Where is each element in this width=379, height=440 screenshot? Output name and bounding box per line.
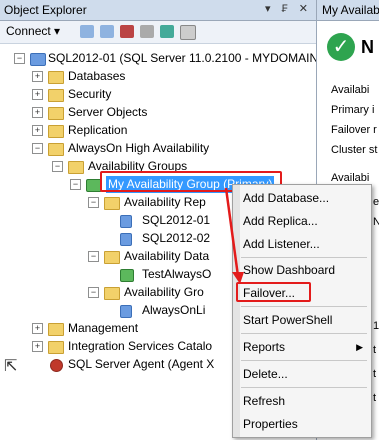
annotation-arrow bbox=[224, 187, 244, 284]
mouse-cursor-icon: ⇱ bbox=[4, 358, 18, 375]
